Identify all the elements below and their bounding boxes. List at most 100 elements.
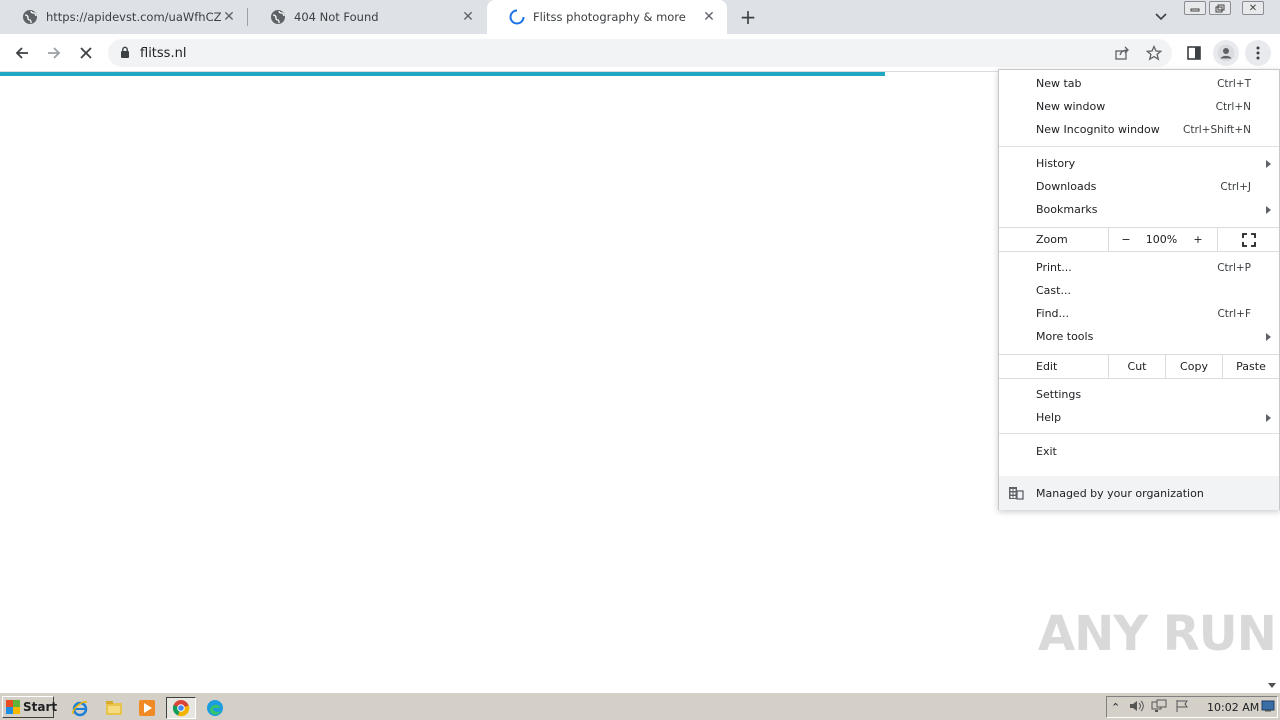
- menu-item-new-incognito[interactable]: New Incognito window Ctrl+Shift+N: [999, 118, 1279, 141]
- zoom-row: Zoom − 100% +: [999, 227, 1279, 252]
- building-icon: [1008, 486, 1024, 503]
- menu-label: New window: [1036, 100, 1106, 113]
- clock[interactable]: 10:02 AM: [1207, 701, 1259, 714]
- menu-item-bookmarks[interactable]: Bookmarks: [999, 198, 1279, 221]
- menu-shortcut: Ctrl+J: [1220, 180, 1251, 193]
- system-tray: ⌃ 10:02 AM: [1106, 696, 1278, 718]
- globe-icon: [270, 9, 286, 25]
- copy-button[interactable]: Copy: [1165, 355, 1222, 378]
- menu-item-print[interactable]: Print... Ctrl+P: [999, 256, 1279, 279]
- address-bar[interactable]: flitss.nl: [108, 39, 1172, 67]
- tab-title: Flitss photography & more: [533, 10, 686, 24]
- new-tab-button[interactable]: +: [738, 5, 758, 29]
- network-icon[interactable]: [1151, 699, 1167, 716]
- forward-button[interactable]: [41, 40, 67, 66]
- menu-item-settings[interactable]: Settings: [999, 383, 1279, 406]
- menu-label: New Incognito window: [1036, 123, 1160, 136]
- start-label: Start: [23, 700, 58, 714]
- menu-shortcut: Ctrl+P: [1217, 261, 1251, 274]
- cut-button[interactable]: Cut: [1108, 355, 1165, 378]
- media-player-icon[interactable]: [136, 697, 158, 719]
- menu-label: Help: [1036, 411, 1062, 424]
- menu-item-downloads[interactable]: Downloads Ctrl+J: [999, 175, 1279, 198]
- menu-kebab-icon[interactable]: [1245, 40, 1271, 66]
- menu-shortcut: Ctrl+N: [1215, 100, 1251, 113]
- menu-label: Downloads: [1036, 180, 1097, 193]
- restore-button[interactable]: [1209, 1, 1231, 15]
- zoom-label: Zoom: [1036, 233, 1068, 246]
- file-explorer-icon[interactable]: [103, 697, 125, 719]
- menu-label: Find...: [1036, 307, 1070, 320]
- menu-shortcut: Ctrl+Shift+N: [1183, 123, 1251, 136]
- tab-404[interactable]: 404 Not Found ✕: [248, 0, 486, 34]
- profile-avatar[interactable]: [1213, 40, 1239, 66]
- taskbar: Start ⌃ 10:02 AM: [0, 692, 1280, 720]
- globe-icon: [22, 9, 38, 25]
- internet-explorer-icon[interactable]: [69, 697, 91, 719]
- menu-item-new-window[interactable]: New window Ctrl+N: [999, 95, 1279, 118]
- menu-item-help[interactable]: Help: [999, 406, 1279, 429]
- menu-label: History: [1036, 157, 1076, 170]
- fullscreen-icon[interactable]: [1217, 228, 1279, 251]
- anyrun-watermark: ANY RUN: [1038, 606, 1277, 662]
- menu-item-new-tab[interactable]: New tab Ctrl+T: [999, 72, 1279, 95]
- tab-search-icon[interactable]: [1152, 8, 1170, 26]
- loading-progress-bar: [0, 72, 885, 76]
- chrome-taskbar-icon[interactable]: [166, 697, 196, 719]
- toolbar: flitss.nl: [0, 34, 1280, 72]
- share-icon[interactable]: [1109, 40, 1135, 66]
- close-window-button[interactable]: ✕: [1242, 1, 1264, 15]
- volume-icon[interactable]: [1129, 699, 1145, 716]
- menu-divider: [999, 433, 1279, 434]
- url-text: flitss.nl: [140, 45, 187, 61]
- stop-loading-button[interactable]: [73, 40, 99, 66]
- submenu-arrow-icon: [1266, 332, 1271, 341]
- menu-shortcut: Ctrl+T: [1217, 77, 1251, 90]
- paste-button[interactable]: Paste: [1222, 355, 1279, 378]
- tab-flitss[interactable]: Flitss photography & more ✕: [487, 0, 727, 34]
- back-button[interactable]: [9, 40, 35, 66]
- tab-apidevst[interactable]: https://apidevst.com/uaWfhCZHOIF ✕: [0, 0, 247, 34]
- tab-strip: https://apidevst.com/uaWfhCZHOIF ✕ 404 N…: [0, 0, 1280, 34]
- side-panel-icon[interactable]: [1181, 40, 1207, 66]
- menu-label: New tab: [1036, 77, 1082, 90]
- menu-label: Settings: [1036, 388, 1082, 401]
- menu-item-find[interactable]: Find... Ctrl+F: [999, 302, 1279, 325]
- menu-label: Bookmarks: [1036, 203, 1098, 216]
- menu-divider: [999, 146, 1279, 147]
- minimize-button[interactable]: [1184, 1, 1206, 15]
- close-tab-icon[interactable]: ✕: [701, 9, 717, 25]
- zoom-out-button[interactable]: −: [1108, 228, 1143, 251]
- action-center-flag-icon[interactable]: [1175, 699, 1189, 716]
- menu-item-history[interactable]: History: [999, 152, 1279, 175]
- submenu-arrow-icon: [1266, 413, 1271, 422]
- zoom-in-button[interactable]: +: [1180, 228, 1216, 251]
- tray-expand-icon[interactable]: ⌃: [1111, 701, 1120, 714]
- scroll-down-arrow-icon[interactable]: [1268, 683, 1276, 688]
- zoom-level: 100%: [1145, 233, 1178, 246]
- loading-spinner-icon: [509, 9, 525, 25]
- show-desktop-icon[interactable]: [1261, 700, 1275, 715]
- managed-by-org[interactable]: Managed by your organization: [999, 476, 1279, 510]
- start-button[interactable]: Start: [2, 696, 58, 718]
- submenu-arrow-icon: [1266, 159, 1271, 168]
- bookmark-star-icon[interactable]: [1141, 40, 1167, 66]
- menu-shortcut: Ctrl+F: [1217, 307, 1251, 320]
- close-tab-icon[interactable]: ✕: [460, 9, 476, 25]
- edit-label: Edit: [1036, 360, 1058, 373]
- submenu-arrow-icon: [1266, 205, 1271, 214]
- windows-logo-icon: [6, 700, 20, 714]
- edge-icon[interactable]: [204, 697, 226, 719]
- menu-item-cast[interactable]: Cast...: [999, 279, 1279, 302]
- menu-item-more-tools[interactable]: More tools: [999, 325, 1279, 348]
- close-tab-icon[interactable]: ✕: [221, 9, 237, 25]
- managed-label: Managed by your organization: [1036, 486, 1204, 500]
- menu-item-exit[interactable]: Exit: [999, 440, 1279, 463]
- menu-label: More tools: [1036, 330, 1094, 343]
- lock-icon[interactable]: [120, 46, 130, 61]
- menu-label: Print...: [1036, 261, 1072, 274]
- edit-row: Edit Cut Copy Paste: [999, 354, 1279, 379]
- menu-label: Exit: [1036, 445, 1057, 458]
- menu-label: Cast...: [1036, 284, 1071, 297]
- tab-title: https://apidevst.com/uaWfhCZHOIF: [46, 10, 221, 24]
